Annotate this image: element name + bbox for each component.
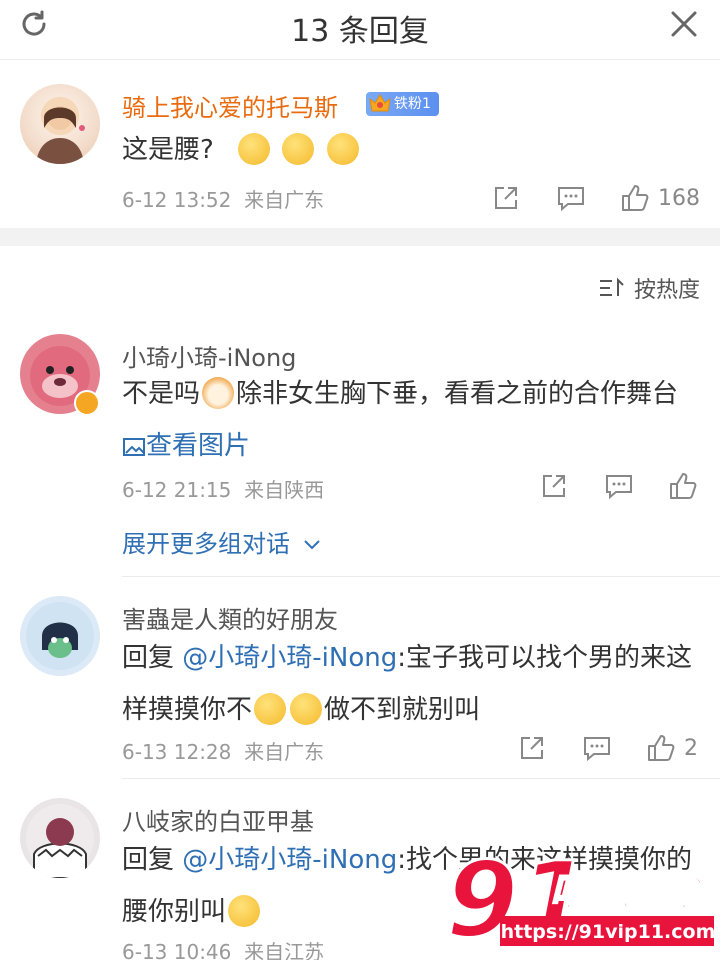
- thumbs-up-icon: [648, 735, 675, 761]
- sort-by-heat-button[interactable]: 按热度: [598, 272, 700, 304]
- reply-prefix: 回复: [122, 845, 175, 875]
- reply-meta: 6-12 21:15 来自陕西: [122, 474, 324, 503]
- sort-icon: [599, 277, 624, 296]
- comment-button[interactable]: [604, 466, 634, 506]
- watermark-url: https://91vip11.com: [501, 921, 716, 943]
- reply-username[interactable]: 害蟲是人類的好朋友: [122, 600, 338, 635]
- thinking-emoji-icon: [326, 132, 359, 165]
- timestamp: 6-12 13:52: [122, 188, 232, 212]
- location: 来自江苏: [244, 940, 325, 960]
- divider: [122, 778, 720, 779]
- reply-text: 不是吗 除非女生胸下垂，看看之前的合作舞台 查看图片: [122, 368, 702, 472]
- root-text: 这是腰?: [122, 135, 214, 165]
- reply-meta: 6-13 10:46 来自江苏: [122, 936, 324, 960]
- smile-emoji-icon: [254, 692, 287, 725]
- top-bar: 13 条回复: [0, 0, 720, 60]
- sort-label: 按热度: [633, 278, 700, 303]
- reply-text: 回复 @小琦小琦-iNong:宝子我可以找个男的来这样摸摸你不 做不到就别叫: [122, 632, 702, 736]
- view-image-link[interactable]: 查看图片: [122, 431, 250, 461]
- crown-icon: [369, 94, 391, 112]
- blush-emoji-icon: [228, 894, 261, 927]
- comment-button[interactable]: [582, 728, 612, 768]
- root-comment-text: 这是腰?: [122, 124, 361, 176]
- location: 来自陕西: [244, 478, 325, 502]
- mention-link[interactable]: @小琦小琦-iNong: [182, 643, 397, 673]
- like-button[interactable]: 2: [646, 728, 698, 768]
- reply-text-part: 不是吗: [122, 379, 201, 409]
- mention-link[interactable]: @小琦小琦-iNong: [182, 845, 397, 875]
- divider: [122, 576, 720, 577]
- location: 来自广东: [244, 740, 325, 764]
- section-divider: [0, 228, 720, 246]
- root-meta: 6-12 13:52 来自广东: [122, 184, 324, 213]
- like-button[interactable]: [668, 466, 698, 506]
- reply-text-part: 做不到就别叫: [324, 695, 481, 725]
- comment-icon: [584, 737, 610, 762]
- close-icon[interactable]: [668, 8, 700, 40]
- share-button[interactable]: [492, 178, 520, 218]
- like-count: 2: [684, 735, 698, 761]
- reply-username[interactable]: 八岐家的白亚甲基: [122, 802, 314, 837]
- comment-icon: [606, 475, 632, 500]
- watermark-logo: 91 吃瓜中心 https://91vip11.com: [445, 838, 716, 960]
- thumbs-up-icon: [670, 473, 697, 499]
- dog-emoji-icon: [202, 376, 235, 409]
- root-username[interactable]: 骑上我心爱的托马斯: [122, 88, 338, 123]
- badge-label: 铁粉1: [394, 96, 431, 112]
- like-count: 168: [658, 185, 700, 211]
- timestamp: 6-13 10:46: [122, 940, 232, 960]
- image-icon: [123, 437, 145, 456]
- expand-label: 展开更多组对话: [122, 530, 290, 558]
- fan-badge: 铁粉1: [366, 92, 439, 116]
- avatar[interactable]: [20, 798, 100, 878]
- comment-button[interactable]: [556, 178, 586, 218]
- location: 来自广东: [244, 188, 325, 212]
- share-icon: [521, 737, 543, 759]
- chevron-down-icon: [303, 540, 320, 550]
- timestamp: 6-13 12:28: [122, 740, 232, 764]
- share-button[interactable]: [540, 466, 568, 506]
- watermark-brand: 吃瓜中心: [550, 870, 711, 916]
- thinking-emoji-icon: [282, 132, 315, 165]
- thumbs-up-icon: [622, 185, 649, 211]
- avatar[interactable]: [20, 596, 100, 676]
- share-icon: [543, 475, 565, 497]
- smile-emoji-icon: [290, 692, 323, 725]
- like-button[interactable]: 168: [620, 178, 700, 218]
- expand-more-conversations[interactable]: 展开更多组对话: [122, 524, 322, 559]
- reply-text-part: 除非女生胸下垂，看看之前的合作舞台: [236, 379, 679, 409]
- timestamp: 6-12 21:15: [122, 478, 232, 502]
- reply-prefix: 回复: [122, 643, 175, 673]
- share-icon: [495, 187, 517, 209]
- comment-icon: [558, 187, 584, 212]
- reply-meta: 6-13 12:28 来自广东: [122, 736, 324, 765]
- page-title: 13 条回复: [291, 14, 429, 49]
- avatar[interactable]: [20, 84, 100, 164]
- share-button[interactable]: [518, 728, 546, 768]
- verified-badge-icon: [74, 390, 100, 416]
- view-image-label: 查看图片: [146, 431, 251, 461]
- thinking-emoji-icon: [238, 132, 271, 165]
